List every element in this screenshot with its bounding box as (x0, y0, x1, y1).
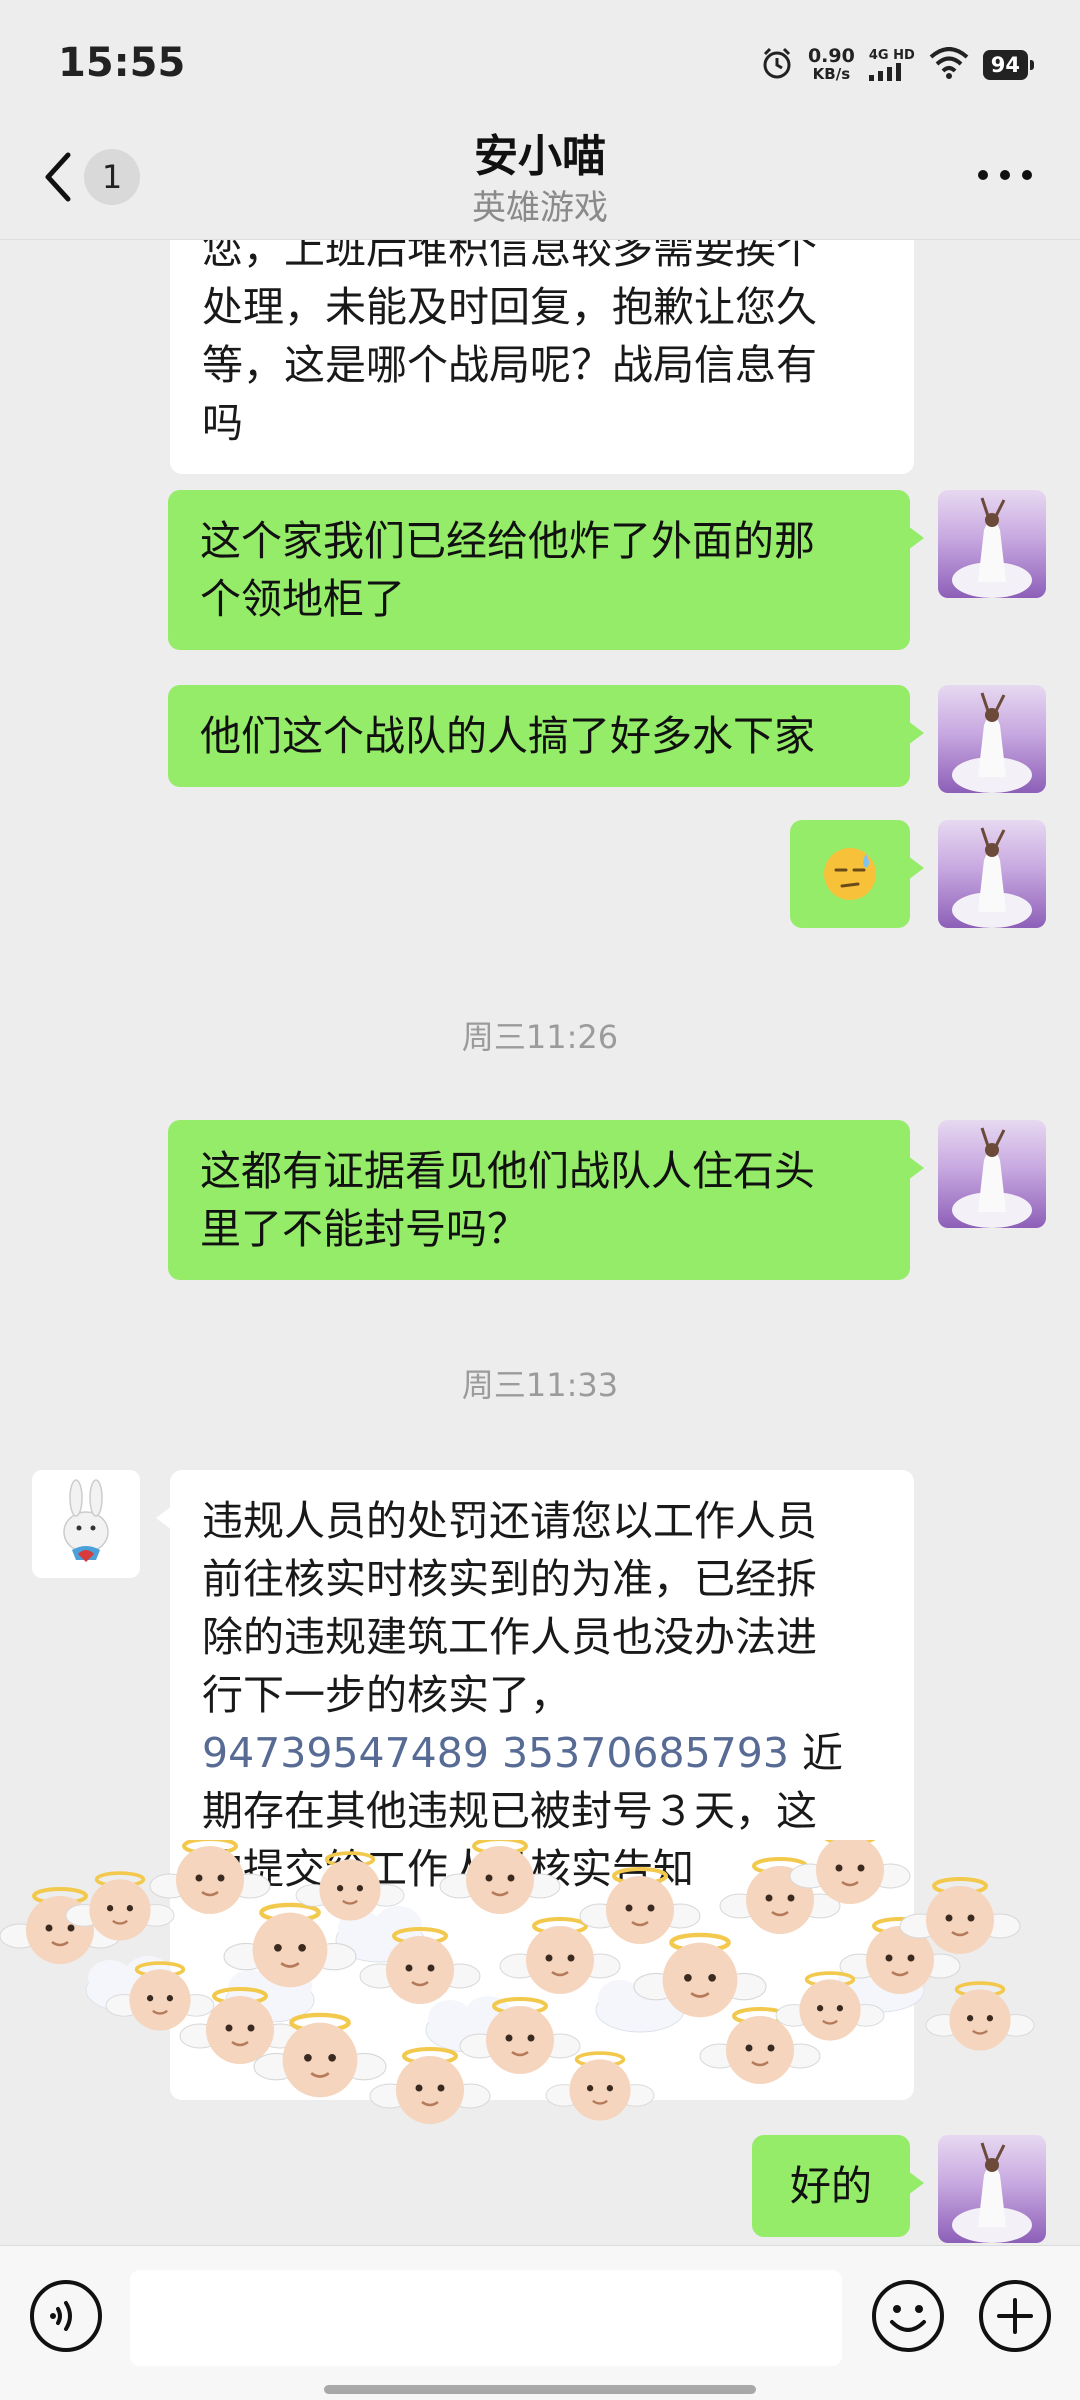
status-time: 15:55 (58, 40, 186, 86)
chat-subtitle: 英雄游戏 (472, 188, 608, 228)
order-number-link[interactable]: 94739547489 35370685793 (202, 1729, 789, 1777)
smiley-icon (872, 2280, 944, 2352)
more-options-button[interactable] (970, 150, 1040, 200)
message-list[interactable]: 您，上班后堆积信息较多需要挨个 处理，未能及时回复，抱歉让您久 等，这是哪个战局… (0, 240, 1080, 2245)
net-speed: 0.90 KB/s (807, 45, 855, 84)
my-avatar[interactable] (938, 1120, 1046, 1228)
more-icon (978, 170, 1032, 180)
message-input[interactable] (130, 2270, 842, 2366)
plus-icon (979, 2280, 1051, 2352)
downcast-sweat-emoji-icon (824, 848, 876, 900)
my-avatar[interactable] (938, 685, 1046, 793)
message-bubble-me[interactable]: 好的 (752, 2135, 924, 2237)
voice-input-button[interactable] (26, 2276, 106, 2356)
message-bubble-me[interactable]: 他们这个战队的人搞了好多水下家 (168, 685, 924, 787)
my-avatar[interactable] (938, 2135, 1046, 2243)
timestamp: 周三11:33 (461, 1366, 619, 1404)
message-bubble-me[interactable]: 这个家我们已经给他炸了外面的那 个领地柜了 (168, 490, 924, 650)
chat-header: 1 安小喵 英雄游戏 (0, 110, 1080, 240)
cell-signal: 4G HD (868, 49, 915, 81)
message-bubble-me-emoji[interactable] (790, 820, 924, 928)
chat-title: 安小喵 (474, 131, 606, 182)
wifi-icon (929, 47, 969, 83)
battery-indicator: 94 (982, 50, 1035, 80)
message-line-with-link: 94739547489 35370685793 近 (202, 1729, 843, 1777)
more-functions-button[interactable] (975, 2276, 1055, 2356)
status-icons: 0.90 KB/s 4G HD 94 (760, 45, 1035, 84)
signal-bars-icon (868, 63, 901, 81)
home-indicator (324, 2385, 756, 2394)
message-bubble-agent[interactable]: 您，上班后堆积信息较多需要挨个 处理，未能及时回复，抱歉让您久 等，这是哪个战局… (170, 240, 914, 474)
timestamp: 周三11:26 (461, 1018, 619, 1056)
emoji-button[interactable] (868, 2276, 948, 2356)
message-bubble-me[interactable]: 这都有证据看见他们战队人住石头 里了不能封号吗？ (168, 1120, 924, 1280)
my-avatar[interactable] (938, 490, 1046, 598)
alarm-icon (760, 46, 794, 84)
message-bubble-agent[interactable]: 违规人员的处罚还请您以工作人员 前往核实时核实到的为准，已经拆 除的违规建筑工作… (156, 1470, 914, 2100)
voice-icon (30, 2280, 102, 2352)
agent-avatar[interactable] (32, 1470, 140, 1578)
my-avatar[interactable] (938, 820, 1046, 928)
input-bar (0, 2245, 1080, 2400)
